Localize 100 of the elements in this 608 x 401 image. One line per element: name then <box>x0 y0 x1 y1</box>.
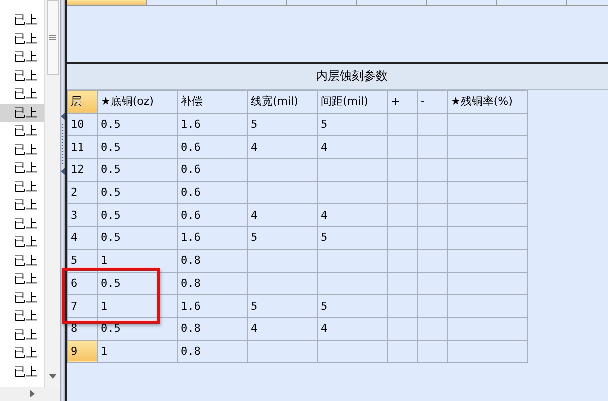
down-arrow-icon[interactable] <box>48 374 57 379</box>
table-cell: 4 <box>318 136 388 159</box>
list-item[interactable]: 已上 <box>0 344 44 362</box>
row-header[interactable]: 2 <box>68 181 98 204</box>
table-cell: 4 <box>318 317 388 340</box>
list-item[interactable]: 已上 <box>0 233 44 252</box>
list-item[interactable]: 已上 <box>0 122 44 140</box>
grip-icon <box>49 34 56 40</box>
table-cell <box>318 272 388 295</box>
row-header[interactable]: 4 <box>68 226 98 250</box>
table-cell: 0.5 <box>98 272 178 295</box>
column-header[interactable]: 线宽(mil) <box>248 90 318 114</box>
row-header[interactable]: 12 <box>68 158 98 182</box>
table-cell: 0.8 <box>178 340 248 363</box>
row-header[interactable]: 3 <box>68 204 98 227</box>
column-header[interactable]: ★残铜率(%) <box>448 90 528 114</box>
row-header[interactable]: 11 <box>68 136 98 159</box>
table-cell <box>388 158 418 182</box>
table-cell <box>318 340 388 363</box>
table-cell <box>248 158 318 182</box>
scrollbar[interactable] <box>44 0 60 387</box>
table-cell: 0.6 <box>178 158 248 182</box>
table-cell <box>388 204 418 227</box>
list-item[interactable]: 已上 <box>0 326 44 344</box>
table-cell: 0.6 <box>178 181 248 204</box>
list-item[interactable]: 已上 <box>0 85 44 104</box>
table-cell <box>248 340 318 363</box>
list-item[interactable]: 已上 <box>0 307 44 326</box>
splitter[interactable] <box>61 0 65 401</box>
column-header[interactable]: 层 <box>68 90 98 114</box>
table-cell: 5 <box>318 113 388 136</box>
table-title: 内层蚀刻参数 <box>67 64 608 90</box>
table-cell: 5 <box>248 226 318 250</box>
table-cell <box>388 181 418 204</box>
table-cell: 4 <box>318 204 388 227</box>
table-cell <box>418 340 448 363</box>
table-cell <box>248 181 318 204</box>
table-cell: 1.6 <box>178 113 248 136</box>
list-item[interactable]: 已上 <box>0 30 44 48</box>
table-cell: 1.6 <box>178 294 248 318</box>
table-cell: 1 <box>98 340 178 363</box>
list-item[interactable]: 已上 <box>0 104 44 122</box>
table-cell: 5 <box>248 113 318 136</box>
table-cell <box>318 158 388 182</box>
left-arrow-icon[interactable] <box>61 168 65 175</box>
table-cell <box>318 249 388 272</box>
column-header[interactable]: 间距(mil) <box>318 90 388 114</box>
row-header[interactable]: 6 <box>68 272 98 295</box>
table-cell: 0.8 <box>178 249 248 272</box>
table-cell <box>388 340 418 363</box>
list-item[interactable]: 已上 <box>0 159 44 178</box>
list-item[interactable]: 已上 <box>0 288 44 307</box>
list-item[interactable]: 已上 <box>0 140 44 159</box>
table-cell: 0.5 <box>98 317 178 340</box>
list-item[interactable]: 已上 <box>0 270 44 288</box>
table-cell <box>388 136 418 159</box>
table-cell <box>418 158 448 182</box>
table-cell: 0.5 <box>98 226 178 250</box>
row-header[interactable]: 10 <box>68 113 98 136</box>
table-cell: 0.6 <box>178 136 248 159</box>
table-cell <box>418 226 448 250</box>
list-item[interactable]: 已上 <box>0 196 44 214</box>
row-header[interactable]: 7 <box>68 294 98 318</box>
table-cell <box>418 272 448 295</box>
list-item[interactable]: 已上 <box>0 48 44 66</box>
table-cell <box>388 226 418 250</box>
row-header[interactable]: 9 <box>68 340 98 363</box>
table-cell <box>318 181 388 204</box>
table-cell <box>418 136 448 159</box>
table-cell: 0.5 <box>98 136 178 159</box>
table-cell: 0.5 <box>98 113 178 136</box>
table-cell: 1 <box>98 294 178 318</box>
table-cell: 1.6 <box>178 226 248 250</box>
table-cell: 5 <box>318 294 388 318</box>
list-item[interactable]: 已上 <box>0 252 44 270</box>
table-cell: 0.5 <box>98 204 178 227</box>
column-header[interactable]: + <box>388 90 418 114</box>
table-cell <box>418 249 448 272</box>
column-header[interactable]: - <box>418 90 448 114</box>
list-item[interactable]: 已上 <box>0 214 44 233</box>
column-header[interactable]: ★底铜(oz) <box>98 90 178 114</box>
column-header[interactable]: 补偿 <box>178 90 248 114</box>
list-item[interactable]: 已上 <box>0 362 44 381</box>
table-cell: 5 <box>248 294 318 318</box>
table-cell <box>388 272 418 295</box>
right-arrow-icon[interactable] <box>30 390 35 398</box>
list-item[interactable]: 已上 <box>0 11 44 30</box>
table-cell <box>418 113 448 136</box>
list-item[interactable]: 已上 <box>0 66 44 85</box>
table-cell <box>388 317 418 340</box>
table-cell <box>418 294 448 318</box>
table-cell: 5 <box>318 226 388 250</box>
table-cell <box>418 317 448 340</box>
row-header[interactable]: 8 <box>68 317 98 340</box>
table-cell: 0.5 <box>98 181 178 204</box>
table-cell <box>418 181 448 204</box>
list-item[interactable]: 已上 <box>0 178 44 196</box>
table-cell: 0.6 <box>178 204 248 227</box>
left-arrow-icon[interactable] <box>61 113 65 120</box>
row-header[interactable]: 5 <box>68 249 98 272</box>
